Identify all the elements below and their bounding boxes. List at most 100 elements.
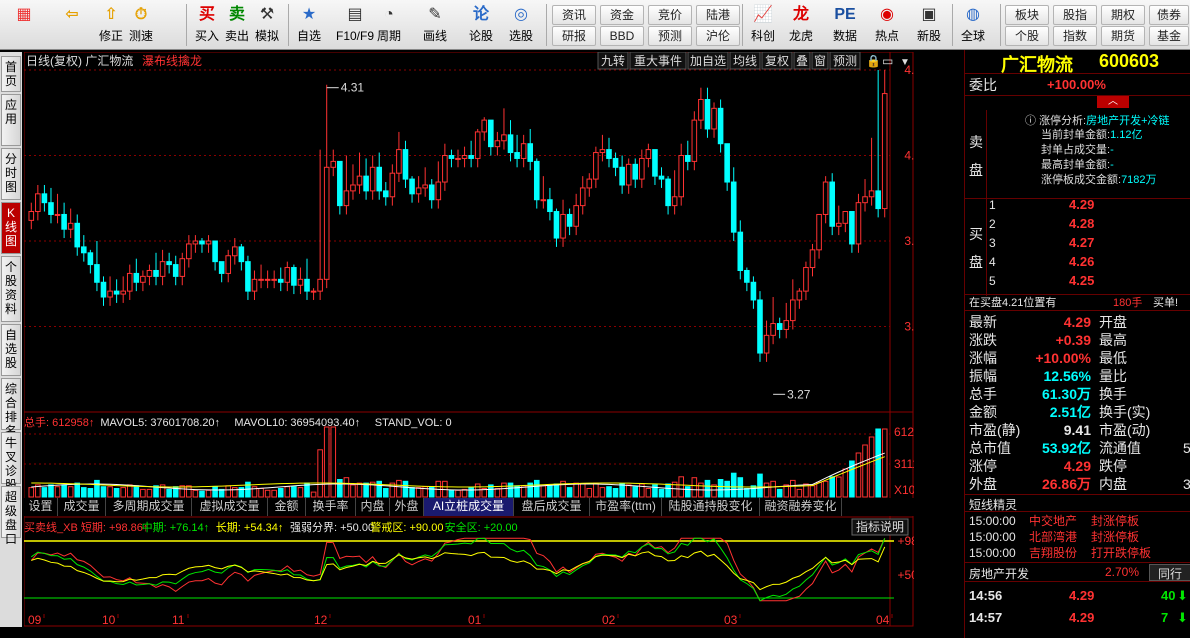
chart-header-indicator[interactable]: 瀑布线擒龙 xyxy=(142,53,202,68)
toolbar-button-kechuang[interactable]: 📈 科创 xyxy=(748,2,778,48)
volume-bar xyxy=(323,426,330,498)
gegu-button[interactable]: 个股 xyxy=(1005,26,1049,46)
qiquan-button[interactable]: 期权 xyxy=(1101,5,1145,25)
qihuo-button[interactable]: 期货 xyxy=(1101,26,1145,46)
tick-row: 14:57 4.29 7 ⬇ xyxy=(965,608,1190,628)
chart-top-button-7[interactable]: 预测 xyxy=(829,51,861,70)
guzhi-button[interactable]: 股指 xyxy=(1053,5,1097,25)
lock-icon[interactable]: 🔒 xyxy=(866,54,881,68)
candle xyxy=(363,158,369,200)
window-icon[interactable]: ▭ xyxy=(882,54,893,68)
buy-level-row[interactable]: 3 4.27 xyxy=(987,234,1190,252)
indicator-tab-6[interactable]: 内盘 xyxy=(356,498,390,516)
zixun-button[interactable]: 资讯 xyxy=(552,5,596,25)
indicator-tab-5[interactable]: 换手率 xyxy=(306,498,356,516)
volume-header-item: MAVOL5: 37601708.20↑ xyxy=(100,417,220,429)
indicator-tab-8[interactable]: AI立桩成交量 xyxy=(424,498,514,516)
candle xyxy=(835,205,842,236)
left-tab-0[interactable]: 首页 xyxy=(1,56,21,92)
chart-top-button-5[interactable]: 叠 xyxy=(793,51,811,70)
left-tab-8[interactable]: 超级盘口 xyxy=(1,486,21,546)
zijin-button[interactable]: 资金 xyxy=(600,5,644,25)
candle xyxy=(744,267,750,292)
candle xyxy=(245,255,251,300)
collapse-chevron-icon[interactable]: ︿ xyxy=(1097,96,1129,108)
toolbar-button-ipo[interactable]: ▣ 新股 xyxy=(914,2,944,48)
toolbar-button-dragon-tiger[interactable]: 龙龙虎 xyxy=(786,2,816,48)
chart-top-button-6[interactable]: 窗 xyxy=(811,51,829,70)
sector-name[interactable]: 房地产开发 xyxy=(969,565,1029,582)
buy-level-row[interactable]: 5 4.25 xyxy=(987,272,1190,290)
candle xyxy=(231,238,238,265)
toolbar-button-windows-logo[interactable]: ▦ xyxy=(2,2,46,48)
indicator-tab-10[interactable]: 市盈率(ttm) xyxy=(590,498,662,516)
news-item[interactable]: 15:00:00 中交地产 封涨停板 xyxy=(965,513,1190,529)
toolbar-button-label: 测速 xyxy=(128,29,153,43)
indicator-tab-2[interactable]: 多周期成交量 xyxy=(106,498,192,516)
buy-level-row[interactable]: 4 4.26 xyxy=(987,253,1190,271)
indicator-tab-1[interactable]: 成交量 xyxy=(58,498,106,516)
position-tag: 买单! xyxy=(1153,297,1179,309)
buy-level-row[interactable]: 1 4.29 xyxy=(987,196,1190,214)
sector-peers-tab[interactable]: 同行 xyxy=(1149,564,1190,581)
indicator-tab-9[interactable]: 盘后成交量 xyxy=(514,498,590,516)
chart-top-button-0[interactable]: 九转 xyxy=(597,51,629,70)
yuce-button[interactable]: 预测 xyxy=(648,26,692,46)
bankuai-button[interactable]: 板块 xyxy=(1005,5,1049,25)
candle xyxy=(579,176,586,215)
toolbar-button-pencil[interactable]: ✎ 画线 xyxy=(420,2,450,48)
buy-level-row[interactable]: 2 4.28 xyxy=(987,215,1190,233)
lugang-button[interactable]: 陆港 xyxy=(696,5,740,25)
indicator-tab-4[interactable]: 金额 xyxy=(268,498,306,516)
zhishu-button[interactable]: 指数 xyxy=(1053,26,1097,46)
candle xyxy=(868,137,875,206)
indicator-tab-12[interactable]: 融资融券变化 xyxy=(760,498,842,516)
toolbar-button-hot[interactable]: ◉ 热点 xyxy=(872,2,902,48)
toolbar-button-stock-select[interactable]: ◎ 选股 xyxy=(506,2,536,48)
left-tab-3[interactable]: K线图 xyxy=(1,202,21,254)
indicator-tab-0[interactable]: 设置 xyxy=(24,498,58,516)
stat-value-right: 3 xyxy=(1183,476,1190,492)
left-tab-7[interactable]: 牛叉诊股 xyxy=(1,432,21,492)
left-tab-4[interactable]: 个股资料 xyxy=(1,256,21,322)
left-tab-5[interactable]: 自选股 xyxy=(1,324,21,376)
limit-line-label: 当前封单金额: xyxy=(1041,129,1111,141)
toolbar-separator xyxy=(546,4,547,46)
toolbar-button-star[interactable]: ★ 自选 xyxy=(294,2,324,48)
candle xyxy=(625,158,632,194)
chart-top-button-3[interactable]: 均线 xyxy=(729,51,761,70)
toolbar-button-stopwatch[interactable]: ⏱ 测速 xyxy=(126,2,156,48)
yanbao-button[interactable]: 研报 xyxy=(552,26,596,46)
candle xyxy=(422,167,428,197)
left-tab-1[interactable]: 应用 xyxy=(1,94,21,146)
jingjia-button[interactable]: 竞价 xyxy=(648,5,692,25)
jijin-button[interactable]: 基金 xyxy=(1149,26,1189,46)
news-item[interactable]: 15:00:00 吉翔股份 打开跌停板 xyxy=(965,545,1190,561)
indicator-help-button[interactable]: 指标说明 xyxy=(851,518,909,536)
toolbar-button-globe[interactable]: ◍ 全球 xyxy=(958,2,988,48)
toolbar-button-discuss[interactable]: 论论股 xyxy=(466,2,496,48)
bbd-button[interactable]: BBD xyxy=(600,26,644,46)
toolbar-button-back-arrow[interactable]: ⇦ xyxy=(50,2,94,48)
news-item[interactable]: 15:00:00 北部湾港 封涨停板 xyxy=(965,529,1190,545)
candle xyxy=(402,140,409,188)
left-tab-6[interactable]: 综合排名 xyxy=(1,378,21,438)
toolbar-button-gavel[interactable]: ⚒ 模拟 xyxy=(252,2,282,48)
indicator-tab-3[interactable]: 虚拟成交量 xyxy=(192,498,268,516)
chart-top-button-1[interactable]: 重大事件 xyxy=(629,51,687,70)
left-tab-2[interactable]: 分时图 xyxy=(1,148,21,200)
chart-top-button-2[interactable]: 加自选 xyxy=(687,51,729,70)
toolbar-button-period[interactable]: ◔ 周期 xyxy=(374,2,404,48)
candle xyxy=(698,87,704,129)
chart-top-button-4[interactable]: 复权 xyxy=(761,51,793,70)
toolbar-button-pe[interactable]: PE 数据 xyxy=(830,2,860,48)
hulun-button[interactable]: 沪伦 xyxy=(696,26,740,46)
toolbar-button-up-arrow[interactable]: ⇧ 修正 xyxy=(96,2,126,48)
toolbar-button-f10[interactable]: ▤ F10/F9 xyxy=(334,2,376,48)
indicator-tab-7[interactable]: 外盘 xyxy=(390,498,424,516)
indicator-tab-11[interactable]: 陆股通持股变化 xyxy=(662,498,760,516)
quote-panel: 广汇物流 600603 委比 +100.00% ︿ 卖盘 ⓘ 涨停分析:房地产开… xyxy=(964,50,1190,638)
toolbar-button-sell[interactable]: 卖卖出 xyxy=(222,2,252,48)
zhaiquan-button[interactable]: 债券 xyxy=(1149,5,1189,25)
toolbar-button-buy[interactable]: 买买入 xyxy=(192,2,222,48)
